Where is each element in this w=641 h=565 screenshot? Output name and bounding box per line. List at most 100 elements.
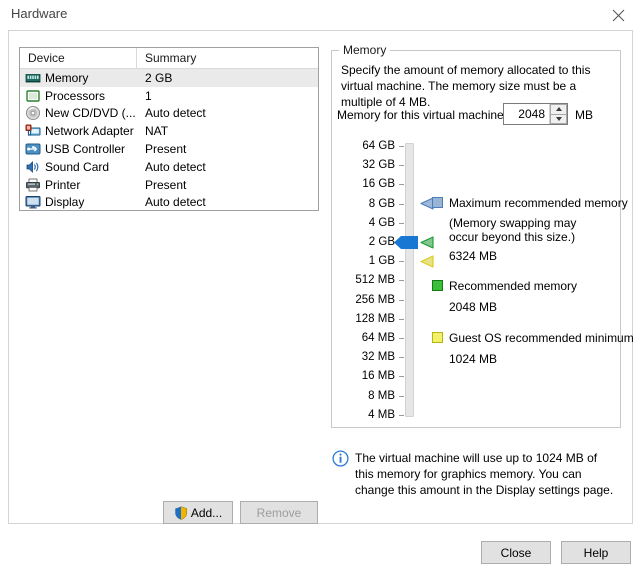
device-summary-cell: Auto detect — [145, 195, 206, 210]
slider-scale-label: 512 MB — [355, 274, 395, 287]
device-name-label: Sound Card — [45, 159, 110, 174]
slider-scale-label: 32 GB — [362, 159, 395, 172]
memory-description: Specify the amount of memory allocated t… — [341, 63, 591, 109]
add-device-label: Add... — [190, 505, 223, 520]
maximum-recommended-value: 6324 MB — [449, 249, 498, 263]
close-icon — [612, 9, 624, 21]
device-name-label: USB Controller — [45, 142, 126, 157]
recommended-memory-value: 2048 MB — [449, 300, 498, 314]
slider-tick-mark — [399, 357, 404, 359]
memory-field-label: Memory for this virtual machine: — [337, 108, 508, 122]
slider-scale-label: 256 MB — [355, 293, 395, 306]
device-row-usb-controller[interactable]: USB Controller Present — [20, 140, 318, 158]
maximum-recommended-note-line2: occur beyond this size.) — [449, 230, 576, 244]
close-button-label: Close — [500, 545, 532, 560]
device-name-cell: Sound Card — [20, 159, 137, 175]
guest-os-minimum-title: Guest OS recommended minimum — [449, 331, 634, 345]
recommended-memory-title: Recommended memory — [449, 279, 578, 293]
printer-icon — [25, 177, 41, 193]
device-summary-cell: 2 GB — [145, 70, 173, 85]
cd-dvd-icon — [25, 105, 41, 121]
slider-scale-label: 4 GB — [368, 216, 395, 229]
slider-tick-mark — [399, 165, 404, 167]
graphics-memory-note: The virtual machine will use up to 1024 … — [355, 451, 614, 497]
chevron-down-icon — [555, 116, 562, 121]
slider-tick-mark — [399, 146, 404, 147]
device-row-display[interactable]: Display Auto detect — [20, 194, 318, 212]
column-header-summary[interactable]: Summary — [137, 48, 318, 68]
display-icon — [25, 194, 41, 210]
slider-scale-label: 2 GB — [368, 236, 395, 248]
device-row-processors[interactable]: Processors 1 — [20, 87, 318, 105]
device-name-label: Network Adapter — [45, 124, 134, 139]
remove-device-button[interactable]: Remove — [240, 501, 318, 524]
device-row-new-cd-dvd[interactable]: New CD/DVD (... Auto detect — [20, 105, 318, 123]
slider-tick-mark — [399, 261, 404, 263]
device-name-label: Printer — [45, 177, 81, 192]
device-list-header: Device Summary — [20, 48, 318, 69]
memory-slider[interactable]: 64 GB 32 GB 16 GB 8 GB 4 GB 2 GB 1 GB 512 MB 256… — [337, 140, 633, 430]
slider-scale-label: 64 MB — [361, 332, 395, 344]
column-header-device[interactable]: Device — [20, 48, 137, 68]
memory-value-input[interactable]: 2048 — [504, 104, 549, 124]
slider-tick-mark — [399, 299, 404, 301]
memory-group-label: Memory — [339, 43, 391, 57]
device-name-label: Memory — [45, 70, 89, 85]
memory-spinner-down-button[interactable] — [550, 114, 567, 124]
help-button-label: Help — [583, 545, 609, 560]
device-list-rows: Memory 2 GB Processors 1 New CD/DVD (... Auto… — [20, 69, 318, 211]
device-list[interactable]: Device Summary Memory 2 GB Processors 1 New … — [19, 47, 319, 211]
device-name-label: New CD/DVD (... — [45, 106, 136, 121]
processor-icon — [25, 88, 41, 104]
device-name-cell: Processors — [20, 88, 137, 104]
slider-tick-mark — [399, 338, 404, 339]
memory-spinner-arrows — [549, 104, 567, 124]
chevron-up-icon — [555, 107, 562, 112]
device-name-label: Display — [45, 195, 85, 210]
slider-scale-label: 32 MB — [361, 351, 395, 364]
slider-scale-label: 1 GB — [368, 255, 395, 268]
slider-scale-label: 128 MB — [355, 312, 395, 325]
slider-track[interactable] — [405, 143, 414, 417]
device-row-printer[interactable]: Printer Present — [20, 176, 318, 194]
add-device-button[interactable]: Add... — [163, 501, 233, 524]
guest-os-minimum-swatch — [432, 332, 443, 343]
slider-tick-mark — [399, 203, 404, 205]
memory-spinner-up-button[interactable] — [550, 104, 567, 115]
device-name-cell: New CD/DVD (... — [20, 105, 137, 121]
device-name-cell: USB Controller — [20, 141, 137, 157]
slider-tick-mark — [399, 222, 404, 224]
help-button[interactable]: Help — [561, 541, 631, 564]
slider-scale-label: 4 MB — [368, 408, 395, 421]
uac-shield-icon — [174, 505, 188, 520]
slider-tick-mark — [399, 376, 404, 378]
slider-tick-mark — [399, 184, 404, 186]
device-row-sound-card[interactable]: Sound Card Auto detect — [20, 158, 318, 176]
info-icon — [332, 450, 349, 467]
memory-stick-icon — [25, 70, 41, 86]
slider-tick-mark — [399, 395, 404, 397]
network-adapter-icon — [25, 123, 41, 139]
device-summary-cell: NAT — [145, 124, 169, 139]
memory-unit-label: MB — [575, 108, 593, 122]
close-window-button[interactable] — [595, 0, 641, 30]
slider-thumb[interactable] — [393, 235, 419, 250]
maximum-recommended-note-line1: (Memory swapping may — [449, 216, 577, 230]
title-bar: Hardware — [0, 0, 641, 33]
close-button[interactable]: Close — [481, 541, 551, 564]
slider-scale-label: 8 MB — [368, 389, 395, 402]
device-name-cell: Memory — [20, 70, 137, 86]
recommended-memory-swatch — [432, 280, 443, 291]
memory-spinbox[interactable]: 2048 — [503, 103, 568, 125]
device-name-cell: Display — [20, 194, 137, 210]
device-summary-cell: Auto detect — [145, 106, 206, 121]
slider-tick-mark — [399, 318, 404, 320]
device-summary-cell: Auto detect — [145, 159, 206, 174]
device-row-network-adapter[interactable]: Network Adapter NAT — [20, 122, 318, 140]
guest-os-minimum-marker — [420, 255, 434, 268]
device-summary-cell: Present — [145, 177, 187, 192]
recommended-marker — [420, 235, 434, 249]
device-row-memory[interactable]: Memory 2 GB — [20, 69, 318, 87]
remove-device-label: Remove — [256, 505, 302, 520]
maximum-recommended-title: Maximum recommended memory — [449, 196, 628, 210]
